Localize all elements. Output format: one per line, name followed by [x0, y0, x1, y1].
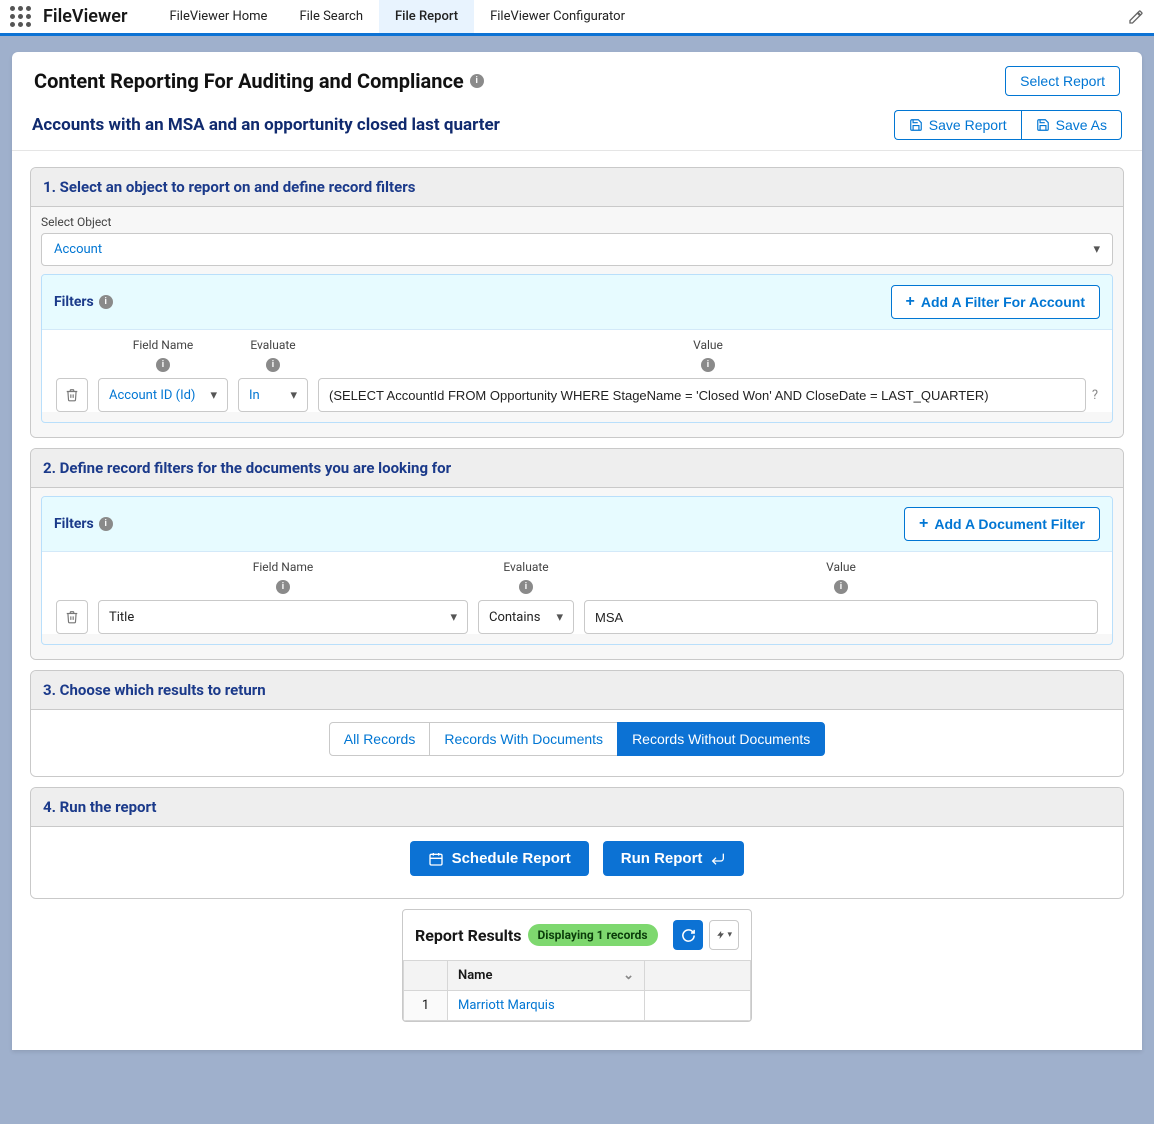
lightning-icon [716, 929, 725, 941]
info-icon[interactable]: i [156, 358, 170, 372]
results-title: Report Results [415, 926, 522, 945]
doc-value-input[interactable] [584, 600, 1098, 634]
calendar-icon [428, 851, 444, 867]
info-icon[interactable]: i [276, 580, 290, 594]
save-icon [1036, 118, 1050, 132]
col-value: Value [826, 560, 856, 574]
plus-icon: + [919, 515, 928, 533]
results-count-pill: Displaying 1 records [528, 924, 658, 946]
col-field-name: Field Name [133, 338, 194, 352]
help-icon[interactable]: ? [1092, 388, 1098, 403]
evaluate-select[interactable]: In ▾ [238, 378, 308, 412]
refresh-icon [681, 928, 696, 943]
step4-heading: 4. Run the report [31, 788, 1123, 827]
nav-tab-search[interactable]: File Search [283, 0, 379, 33]
results-col-extra [645, 961, 751, 991]
record-link[interactable]: Marriott Marquis [458, 998, 555, 1013]
col-field-name: Field Name [253, 560, 314, 574]
step4-section: 4. Run the report Schedule Report Run Re… [30, 787, 1124, 899]
chevron-down-icon: ⌄ [623, 968, 634, 983]
save-icon [909, 118, 923, 132]
seg-without-documents[interactable]: Records Without Documents [617, 722, 825, 756]
results-col-index [404, 961, 448, 991]
chevron-down-icon: ▾ [290, 388, 297, 403]
step1-heading: 1. Select an object to report on and def… [31, 168, 1123, 207]
chevron-down-icon: ▾ [556, 610, 563, 625]
chevron-down-icon: ▾ [727, 930, 732, 940]
nav-tab-report[interactable]: File Report [379, 0, 474, 33]
report-subtitle: Accounts with an MSA and an opportunity … [32, 115, 500, 135]
seg-with-documents[interactable]: Records With Documents [430, 722, 617, 756]
app-launcher-icon[interactable] [10, 6, 31, 27]
field-name-select[interactable]: Account ID (Id) ▾ [98, 378, 228, 412]
step2-heading: 2. Define record filters for the documen… [31, 449, 1123, 488]
row-index: 1 [404, 991, 448, 1021]
refresh-button[interactable] [673, 920, 703, 950]
info-icon[interactable]: i [266, 358, 280, 372]
step2-section: 2. Define record filters for the documen… [30, 448, 1124, 660]
edit-page-icon[interactable] [1128, 9, 1144, 25]
info-icon[interactable]: i [519, 580, 533, 594]
filters-label: Filters [54, 294, 94, 310]
chevron-down-icon: ▾ [450, 610, 457, 625]
col-evaluate: Evaluate [503, 560, 548, 574]
info-icon[interactable]: i [99, 295, 113, 309]
col-evaluate: Evaluate [250, 338, 295, 352]
save-as-button[interactable]: Save As [1021, 110, 1122, 140]
delete-filter-button[interactable] [56, 378, 88, 412]
step1-section: 1. Select an object to report on and def… [30, 167, 1124, 438]
nav-tab-home[interactable]: FileViewer Home [153, 0, 283, 33]
filters-label: Filters [54, 516, 94, 532]
info-icon[interactable]: i [470, 74, 484, 88]
value-input[interactable] [318, 378, 1086, 412]
save-report-button[interactable]: Save Report [894, 110, 1021, 140]
doc-evaluate-select[interactable]: Contains ▾ [478, 600, 574, 634]
select-report-button[interactable]: Select Report [1005, 66, 1120, 96]
trash-icon [65, 388, 79, 402]
trash-icon [65, 610, 79, 624]
app-name: FileViewer [43, 6, 127, 27]
table-row: 1 Marriott Marquis [404, 991, 751, 1021]
schedule-report-button[interactable]: Schedule Report [410, 841, 589, 876]
info-icon[interactable]: i [701, 358, 715, 372]
select-object-label: Select Object [41, 215, 1113, 229]
add-account-filter-button[interactable]: + Add A Filter For Account [891, 285, 1100, 319]
object-select[interactable]: Account ▾ [41, 233, 1113, 266]
chevron-down-icon: ▾ [210, 388, 217, 403]
step3-section: 3. Choose which results to return All Re… [30, 670, 1124, 777]
seg-all-records[interactable]: All Records [329, 722, 431, 756]
enter-icon [710, 851, 726, 867]
doc-field-name-select[interactable]: Title ▾ [98, 600, 468, 634]
results-panel: Report Results Displaying 1 records ▾ [402, 909, 752, 1022]
info-icon[interactable]: i [99, 517, 113, 531]
add-document-filter-button[interactable]: + Add A Document Filter [904, 507, 1100, 541]
step3-heading: 3. Choose which results to return [31, 671, 1123, 710]
nav-tab-configurator[interactable]: FileViewer Configurator [474, 0, 641, 33]
results-col-name[interactable]: Name ⌄ [448, 961, 645, 991]
col-value: Value [693, 338, 723, 352]
actions-menu-button[interactable]: ▾ [709, 920, 739, 950]
chevron-down-icon: ▾ [1093, 242, 1100, 257]
info-icon[interactable]: i [834, 580, 848, 594]
plus-icon: + [906, 293, 915, 311]
run-report-button[interactable]: Run Report [603, 841, 745, 876]
page-title: Content Reporting For Auditing and Compl… [34, 69, 484, 93]
delete-filter-button[interactable] [56, 600, 88, 634]
